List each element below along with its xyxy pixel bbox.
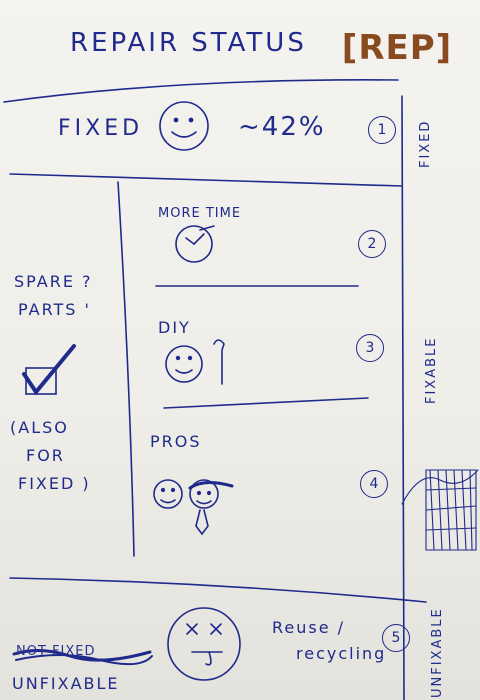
unfixable-divider-line — [9, 577, 427, 603]
spare-parts-line-2: PARTS ' — [18, 300, 91, 319]
fixed-number: 1 — [368, 116, 396, 144]
note-line-2: FOR — [26, 446, 65, 465]
checkbox-checked-icon — [22, 344, 76, 396]
fixable-side-label: FIXABLE — [424, 336, 439, 405]
sketch-sheet: REPAIR STATUS [REP] FIXED ~42% 1 FIXED S… — [0, 0, 480, 700]
sad-face-icon — [167, 607, 241, 681]
brand-logo-text: [REP] — [341, 28, 453, 68]
scribble-sketch — [401, 469, 479, 551]
reuse-line-1: Reuse / — [272, 618, 346, 637]
unfixable-number: 5 — [382, 624, 410, 652]
brand-logo: [REP] — [334, 24, 460, 72]
inner-divider-line — [117, 181, 135, 557]
unfixable-side-label: UNFIXABLE — [430, 607, 445, 698]
fixed-label: FIXED — [58, 116, 144, 141]
option-divider-2 — [163, 397, 369, 409]
page-title: REPAIR STATUS — [70, 28, 307, 58]
option-number-more-time: 2 — [358, 230, 386, 258]
option-label-pros: PROS — [150, 432, 202, 451]
two-people-icon — [153, 479, 234, 536]
reuse-line-2: recycling — [296, 644, 387, 663]
note-line-3: FIXED ) — [18, 474, 91, 493]
sketch-lines — [3, 79, 479, 700]
smiley-face-icon — [159, 101, 209, 151]
title-underline — [3, 79, 399, 103]
option-label-more-time: MORE TIME — [158, 206, 242, 221]
unfixable-label: UNFIXABLE — [12, 674, 120, 693]
option-number-pros: 4 — [360, 470, 388, 498]
fixed-side-label: FIXED — [418, 119, 433, 168]
note-line-1: (ALSO — [10, 418, 69, 437]
option-label-diy: DIY — [158, 318, 191, 337]
spare-parts-line-1: SPARE ? — [14, 272, 93, 291]
crossed-out-text: NOT FIXED — [16, 644, 96, 659]
fixed-divider-line — [9, 173, 403, 187]
clock-icon — [175, 225, 215, 263]
option-number-diy: 3 — [356, 334, 384, 362]
smiley-with-wrench-icon — [165, 339, 225, 385]
fixed-percent: ~42% — [238, 112, 326, 142]
